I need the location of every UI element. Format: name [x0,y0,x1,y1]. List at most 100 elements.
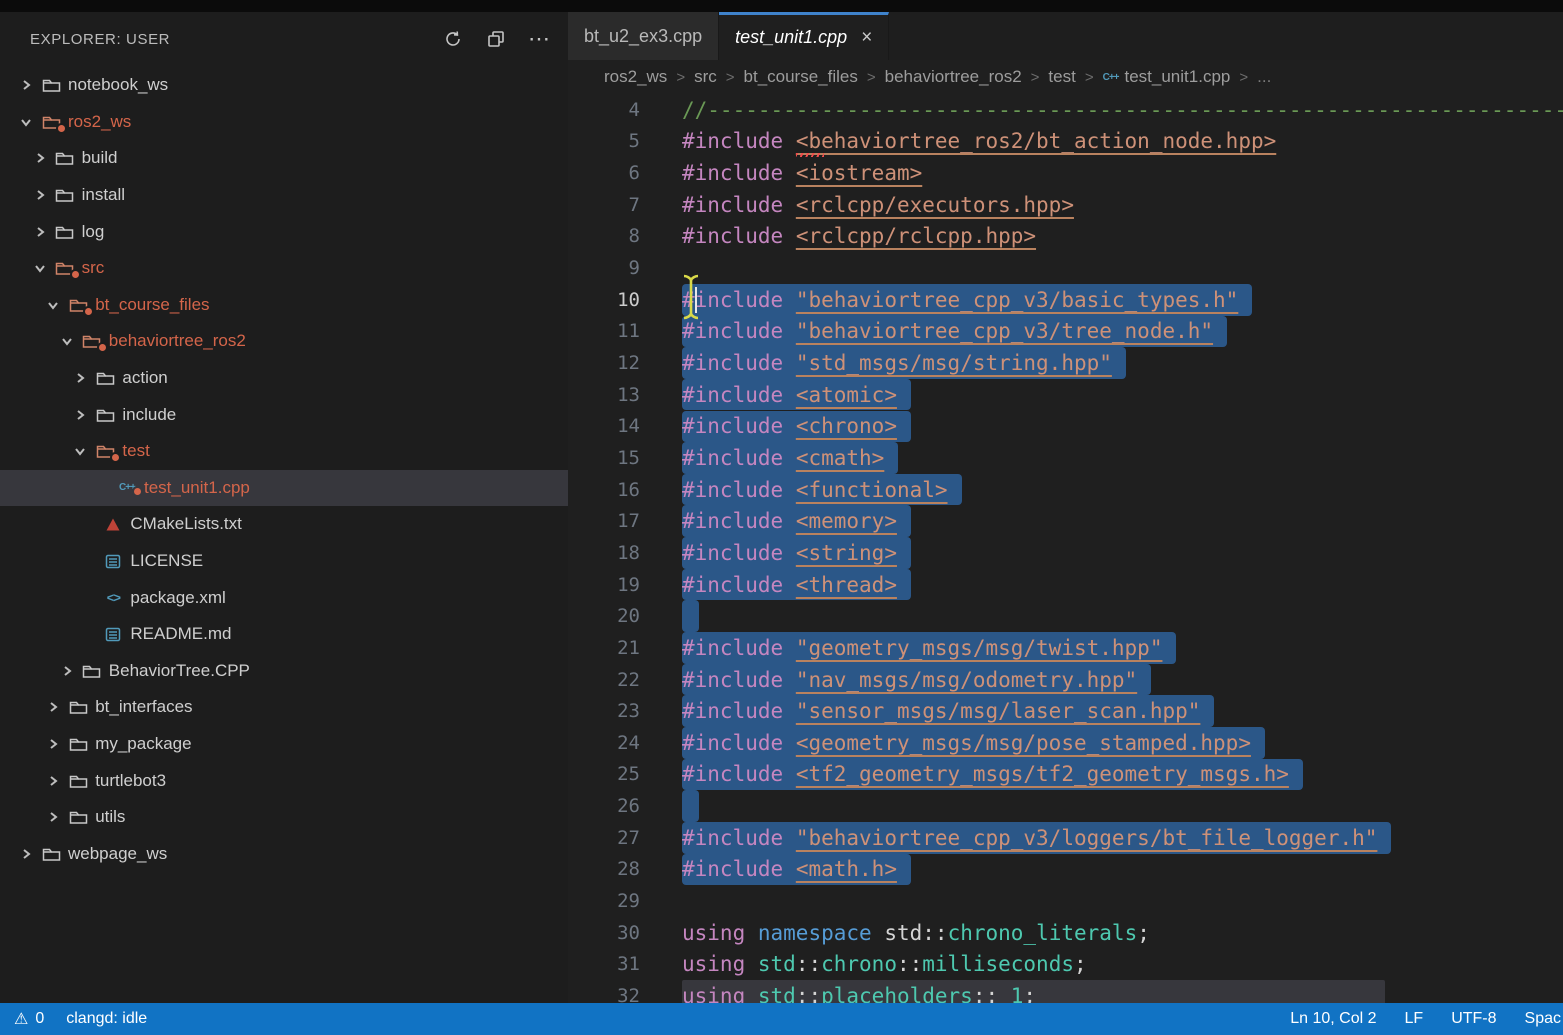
chevron-right-icon[interactable] [41,811,65,823]
code-line-19[interactable]: 19#include <thread> [568,569,1563,601]
status-lf[interactable]: LF [1405,1010,1424,1028]
tree-item-test-unit1-cpp[interactable]: C++test_unit1.cpp [0,470,568,507]
window-top-strip [0,0,1563,12]
token: <functional> [796,478,948,502]
chevron-right-icon[interactable] [41,775,65,787]
chevron-right-icon[interactable] [68,409,92,421]
code-line-28[interactable]: 28#include <math.h> [568,854,1563,886]
code-line-10[interactable]: 10#include "behaviortree_cpp_v3/basic_ty… [568,284,1563,316]
code-line-16[interactable]: 16#include <functional> [568,474,1563,506]
tree-item-behaviortree-cpp[interactable]: BehaviorTree.CPP [0,653,568,690]
code-line-31[interactable]: 31using std::chrono::milliseconds; [568,949,1563,981]
code-line-4[interactable]: 4 //-------------------------------------… [568,94,1563,126]
code-line-7[interactable]: 7#include <rclcpp/executors.hpp> [568,189,1563,221]
cpp-file-icon: C++ [1103,72,1119,83]
chevron-right-icon[interactable] [14,79,38,91]
breadcrumb-segment-test-unit1-cpp[interactable]: test_unit1.cpp [1125,67,1231,87]
tree-item-license[interactable]: LICENSE [0,543,568,580]
code-editor[interactable]: 4 //-------------------------------------… [568,94,1563,1003]
tree-item-bt-course-files[interactable]: bt_course_files [0,287,568,324]
token: :: [973,984,998,1003]
breadcrumb-segment-src[interactable]: src [694,67,717,87]
status-clangd[interactable]: clangd: idle [66,1010,147,1028]
tab-bt-u2-ex3-cpp[interactable]: bt_u2_ex3.cpp [568,12,719,60]
chevron-down-icon[interactable] [14,116,38,128]
close-icon[interactable]: × [861,27,872,49]
tree-item-webpage-ws[interactable]: webpage_ws [0,836,568,873]
refresh-icon[interactable] [438,25,468,53]
breadcrumb-trailing[interactable]: ... [1257,67,1271,87]
folder-icon [38,77,64,93]
code-line-12[interactable]: 12#include "std_msgs/msg/string.hpp" [568,347,1563,379]
tree-item-src[interactable]: src [0,250,568,287]
code-line-11[interactable]: 11#include "behaviortree_cpp_v3/tree_nod… [568,316,1563,348]
breadcrumb-segment-test[interactable]: test [1048,67,1075,87]
tree-item-include[interactable]: include [0,396,568,433]
chevron-down-icon[interactable] [68,445,92,457]
tree-item-utils[interactable]: utils [0,799,568,836]
tree-item-test[interactable]: test [0,433,568,470]
code-line-22[interactable]: 22#include "nav_msgs/msg/odometry.hpp" [568,664,1563,696]
chevron-right-icon[interactable] [14,848,38,860]
status-spac[interactable]: Spac [1525,1010,1561,1028]
tree-item-ros2-ws[interactable]: ros2_ws [0,104,568,141]
code-line-8[interactable]: 8#include <rclcpp/rclcpp.hpp> [568,221,1563,253]
tree-item-bt-interfaces[interactable]: bt_interfaces [0,689,568,726]
status-ln-10-col-2[interactable]: Ln 10, Col 2 [1290,1010,1376,1028]
chevron-right-icon[interactable] [28,226,52,238]
breadcrumb-segment-ros2-ws[interactable]: ros2_ws [604,67,667,87]
code-line-9[interactable]: 9 [568,252,1563,284]
code-line-21[interactable]: 21#include "geometry_msgs/msg/twist.hpp" [568,632,1563,664]
code-line-18[interactable]: 18#include <string> [568,537,1563,569]
code-line-27[interactable]: 27#include "behaviortree_cpp_v3/loggers/… [568,822,1563,854]
token: #include [682,446,783,470]
token [745,921,758,945]
breadcrumb-segment-bt-course-files[interactable]: bt_course_files [744,67,858,87]
chevron-right-icon[interactable] [68,372,92,384]
tree-item-log[interactable]: log [0,213,568,250]
token: //--------------------------------------… [682,98,1563,122]
chevron-down-icon[interactable] [28,262,52,274]
chevron-right-icon[interactable] [55,665,79,677]
code-line-13[interactable]: 13#include <atomic> [568,379,1563,411]
tab-test-unit1-cpp[interactable]: test_unit1.cpp× [719,12,889,60]
status-utf-8[interactable]: UTF-8 [1451,1010,1496,1028]
tree-item-build[interactable]: build [0,140,568,177]
line-number: 4 [568,99,640,121]
code-line-29[interactable]: 29 [568,885,1563,917]
token: <memory> [796,509,897,533]
tree-item-readme-md[interactable]: README.md [0,616,568,653]
code-line-32[interactable]: 32using std::placeholders::_1; [568,980,1563,1003]
chevron-right-icon[interactable] [41,701,65,713]
line-number: 12 [568,352,640,374]
chevron-right-icon[interactable] [28,189,52,201]
chevron-down-icon[interactable] [55,335,79,347]
tree-item-behaviortree-ros2[interactable]: behaviortree_ros2 [0,323,568,360]
code-line-20[interactable]: 20 [568,600,1563,632]
tree-item-my-package[interactable]: my_package [0,726,568,763]
breadcrumb-segment-behaviortree-ros2[interactable]: behaviortree_ros2 [885,67,1022,87]
code-line-15[interactable]: 15#include <cmath> [568,442,1563,474]
tree-item-turtlebot3[interactable]: turtlebot3 [0,762,568,799]
collapse-folders-icon[interactable] [481,25,511,53]
code-line-23[interactable]: 23#include "sensor_msgs/msg/laser_scan.h… [568,695,1563,727]
tree-item-action[interactable]: action [0,360,568,397]
tree-item-install[interactable]: install [0,177,568,214]
code-line-30[interactable]: 30using namespace std::chrono_literals; [568,917,1563,949]
tree-item-package-xml[interactable]: <>package.xml [0,579,568,616]
more-actions-icon[interactable]: ⋯ [524,25,554,53]
code-line-24[interactable]: 24#include <geometry_msgs/msg/pose_stamp… [568,727,1563,759]
code-line-25[interactable]: 25#include <tf2_geometry_msgs/tf2_geomet… [568,759,1563,791]
code-line-14[interactable]: 14#include <chrono> [568,411,1563,443]
code-line-5[interactable]: 5#include <behaviortree_ros2/bt_action_n… [568,126,1563,158]
chevron-down-icon[interactable] [41,299,65,311]
tree-item-notebook-ws[interactable]: notebook_ws [0,67,568,104]
tree-item-cmakelists-txt[interactable]: CMakeLists.txt [0,506,568,543]
code-line-17[interactable]: 17#include <memory> [568,505,1563,537]
chevron-right-icon[interactable] [41,738,65,750]
code-line-26[interactable]: 26 [568,790,1563,822]
code-text [682,790,699,822]
chevron-right-icon[interactable] [28,152,52,164]
code-line-6[interactable]: 6#include <iostream> [568,157,1563,189]
status-problems[interactable]: ⚠0 [14,1009,44,1029]
